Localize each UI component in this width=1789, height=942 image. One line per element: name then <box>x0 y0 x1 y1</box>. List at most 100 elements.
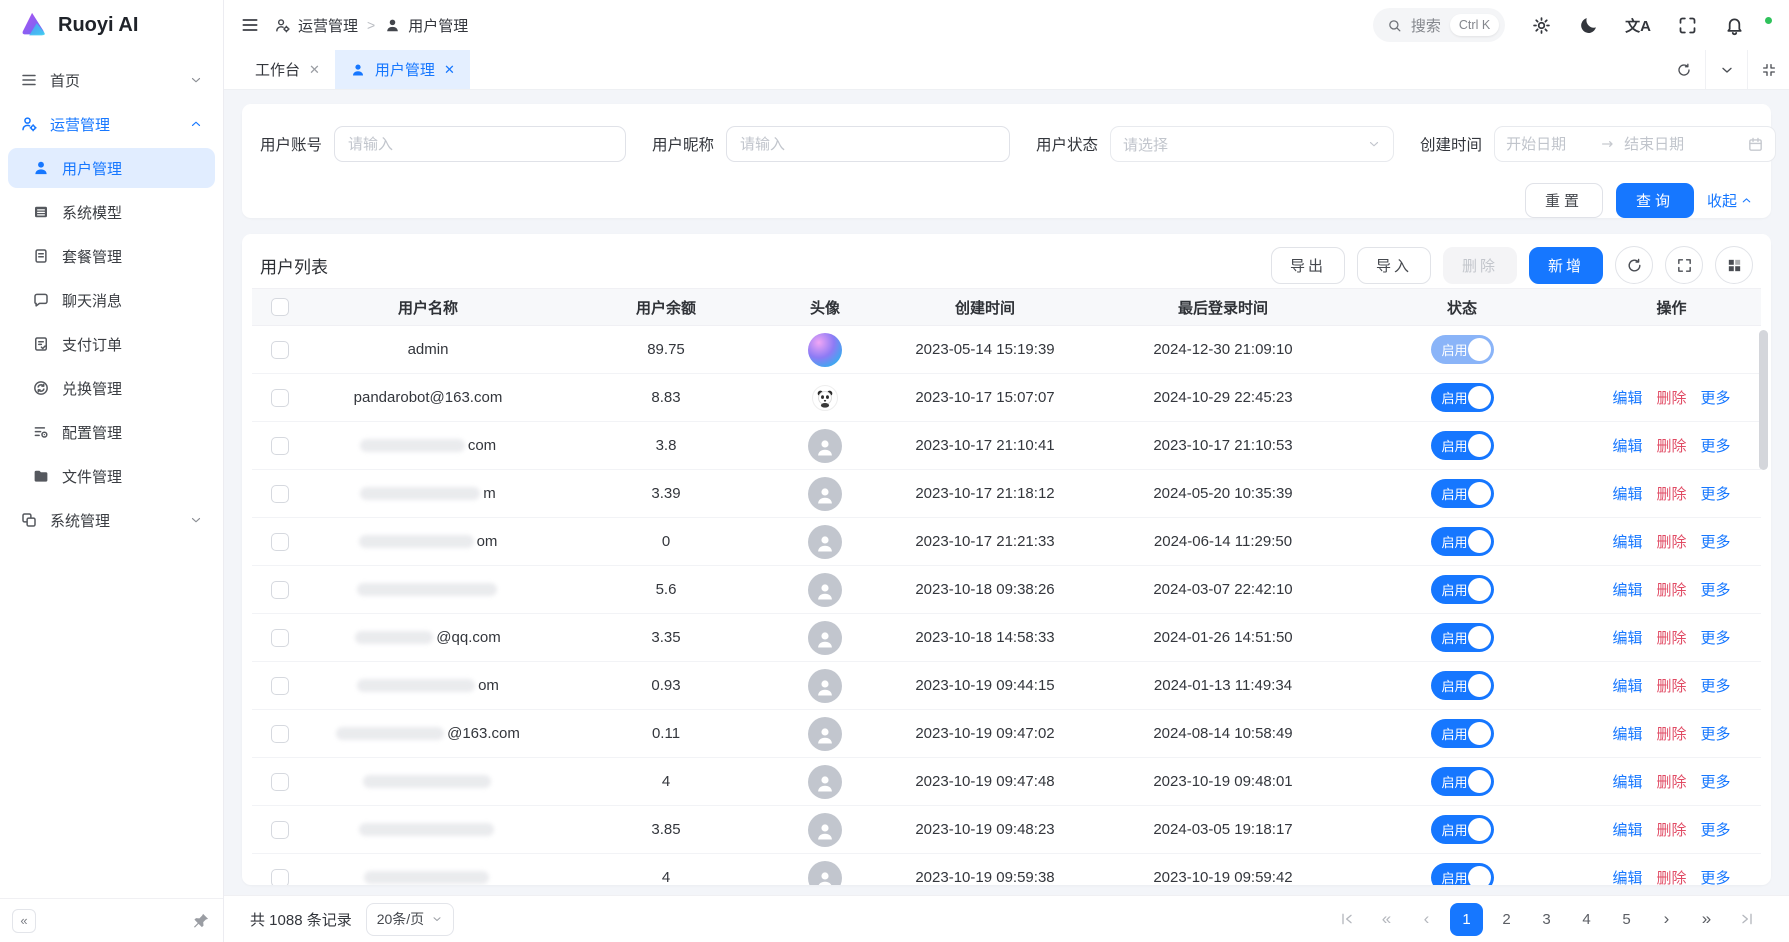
language-icon[interactable]: 文A <box>1625 15 1651 36</box>
edit-link[interactable]: 编辑 <box>1612 483 1642 504</box>
page-size-select[interactable]: 20条/页 <box>366 903 454 936</box>
edit-link[interactable]: 编辑 <box>1612 627 1642 648</box>
delete-link[interactable]: 删除 <box>1656 675 1686 696</box>
more-link[interactable]: 更多 <box>1701 387 1731 408</box>
status-toggle[interactable]: 启用 <box>1431 719 1494 748</box>
edit-link[interactable]: 编辑 <box>1612 819 1642 840</box>
breadcrumb-user-management[interactable]: 用户管理 <box>384 15 468 36</box>
delete-link[interactable]: 删除 <box>1656 579 1686 600</box>
page-button-5[interactable]: 5 <box>1610 903 1643 936</box>
delete-link[interactable]: 删除 <box>1656 387 1686 408</box>
account-input[interactable] <box>334 126 626 162</box>
edit-link[interactable]: 编辑 <box>1612 771 1642 792</box>
row-checkbox[interactable] <box>271 725 289 743</box>
forward-pages-button[interactable]: » <box>1690 903 1723 936</box>
edit-link[interactable]: 编辑 <box>1612 723 1642 744</box>
pin-icon[interactable] <box>191 911 211 931</box>
delete-link[interactable]: 删除 <box>1656 771 1686 792</box>
page-button-4[interactable]: 4 <box>1570 903 1603 936</box>
row-checkbox[interactable] <box>271 773 289 791</box>
status-toggle[interactable]: 启用 <box>1431 479 1494 508</box>
breadcrumb-operations[interactable]: 运营管理 <box>274 15 358 36</box>
tab-user-management[interactable]: 用户管理 ✕ <box>335 50 470 89</box>
more-link[interactable]: 更多 <box>1701 771 1731 792</box>
sidebar-item-payment-orders[interactable]: 支付订单 <box>8 324 215 364</box>
status-toggle[interactable]: 启用 <box>1431 575 1494 604</box>
row-checkbox[interactable] <box>271 869 289 886</box>
settings-gear-icon[interactable] <box>1531 15 1552 36</box>
global-search[interactable]: 搜索 Ctrl K <box>1373 8 1505 42</box>
row-checkbox[interactable] <box>271 437 289 455</box>
more-link[interactable]: 更多 <box>1701 867 1731 885</box>
end-date-input[interactable] <box>1624 136 1710 153</box>
prev-page-button[interactable]: ‹ <box>1410 903 1443 936</box>
scrollbar-thumb[interactable] <box>1759 330 1768 470</box>
row-checkbox[interactable] <box>271 533 289 551</box>
page-button-2[interactable]: 2 <box>1490 903 1523 936</box>
content-fullscreen-button[interactable] <box>1747 50 1789 89</box>
delete-link[interactable]: 删除 <box>1656 627 1686 648</box>
export-button[interactable]: 导出 <box>1271 247 1345 284</box>
sidebar-group-operations[interactable]: 运营管理 <box>8 104 215 144</box>
sidebar-item-redeem-management[interactable]: 兑换管理 <box>8 368 215 408</box>
row-checkbox[interactable] <box>271 341 289 359</box>
status-toggle[interactable]: 启用 <box>1431 335 1494 364</box>
more-link[interactable]: 更多 <box>1701 531 1731 552</box>
status-toggle[interactable]: 启用 <box>1431 431 1494 460</box>
dark-mode-moon-icon[interactable] <box>1578 15 1599 36</box>
sidebar-item-package-management[interactable]: 套餐管理 <box>8 236 215 276</box>
nickname-input[interactable] <box>726 126 1010 162</box>
last-page-button[interactable] <box>1730 903 1763 936</box>
sidebar-item-chat-messages[interactable]: 聊天消息 <box>8 280 215 320</box>
import-button[interactable]: 导入 <box>1357 247 1431 284</box>
table-scrollbar[interactable] <box>1759 330 1768 879</box>
start-date-input[interactable] <box>1506 136 1592 153</box>
sidebar-collapse-button[interactable]: « <box>12 909 36 933</box>
next-page-button[interactable]: › <box>1650 903 1683 936</box>
sidebar-item-config-management[interactable]: 配置管理 <box>8 412 215 452</box>
edit-link[interactable]: 编辑 <box>1612 867 1642 885</box>
row-checkbox[interactable] <box>271 629 289 647</box>
search-button[interactable]: 查询 <box>1616 183 1694 218</box>
delete-link[interactable]: 删除 <box>1656 531 1686 552</box>
edit-link[interactable]: 编辑 <box>1612 675 1642 696</box>
first-page-button[interactable] <box>1330 903 1363 936</box>
row-checkbox[interactable] <box>271 485 289 503</box>
more-link[interactable]: 更多 <box>1701 483 1731 504</box>
sidebar-item-user-management[interactable]: 用户管理 <box>8 148 215 188</box>
status-toggle[interactable]: 启用 <box>1431 815 1494 844</box>
add-button[interactable]: 新增 <box>1529 247 1603 284</box>
close-icon[interactable]: ✕ <box>309 62 320 78</box>
status-toggle[interactable]: 启用 <box>1431 383 1494 412</box>
refresh-table-button[interactable] <box>1615 246 1653 284</box>
date-range-picker[interactable] <box>1494 126 1776 162</box>
row-checkbox[interactable] <box>271 821 289 839</box>
more-link[interactable]: 更多 <box>1701 819 1731 840</box>
status-toggle[interactable]: 启用 <box>1431 527 1494 556</box>
status-toggle[interactable]: 启用 <box>1431 863 1494 885</box>
row-checkbox[interactable] <box>271 389 289 407</box>
sidebar-item-system-model[interactable]: 系统模型 <box>8 192 215 232</box>
status-toggle[interactable]: 启用 <box>1431 623 1494 652</box>
edit-link[interactable]: 编辑 <box>1612 435 1642 456</box>
reset-button[interactable]: 重置 <box>1525 183 1603 218</box>
page-button-3[interactable]: 3 <box>1530 903 1563 936</box>
fullscreen-icon[interactable] <box>1677 15 1698 36</box>
select-all-checkbox[interactable] <box>271 298 289 316</box>
more-link[interactable]: 更多 <box>1701 675 1731 696</box>
edit-link[interactable]: 编辑 <box>1612 387 1642 408</box>
tabs-menu-button[interactable] <box>1705 50 1747 89</box>
delete-link[interactable]: 删除 <box>1656 435 1686 456</box>
more-link[interactable]: 更多 <box>1701 627 1731 648</box>
close-icon[interactable]: ✕ <box>444 62 455 78</box>
notifications-bell-icon[interactable] <box>1724 15 1745 36</box>
more-link[interactable]: 更多 <box>1701 435 1731 456</box>
edit-link[interactable]: 编辑 <box>1612 531 1642 552</box>
more-link[interactable]: 更多 <box>1701 579 1731 600</box>
row-checkbox[interactable] <box>271 581 289 599</box>
sidebar-group-system[interactable]: 系统管理 <box>8 500 215 540</box>
more-link[interactable]: 更多 <box>1701 723 1731 744</box>
table-fullscreen-button[interactable] <box>1665 246 1703 284</box>
hamburger-icon[interactable] <box>240 15 260 35</box>
status-toggle[interactable]: 启用 <box>1431 671 1494 700</box>
